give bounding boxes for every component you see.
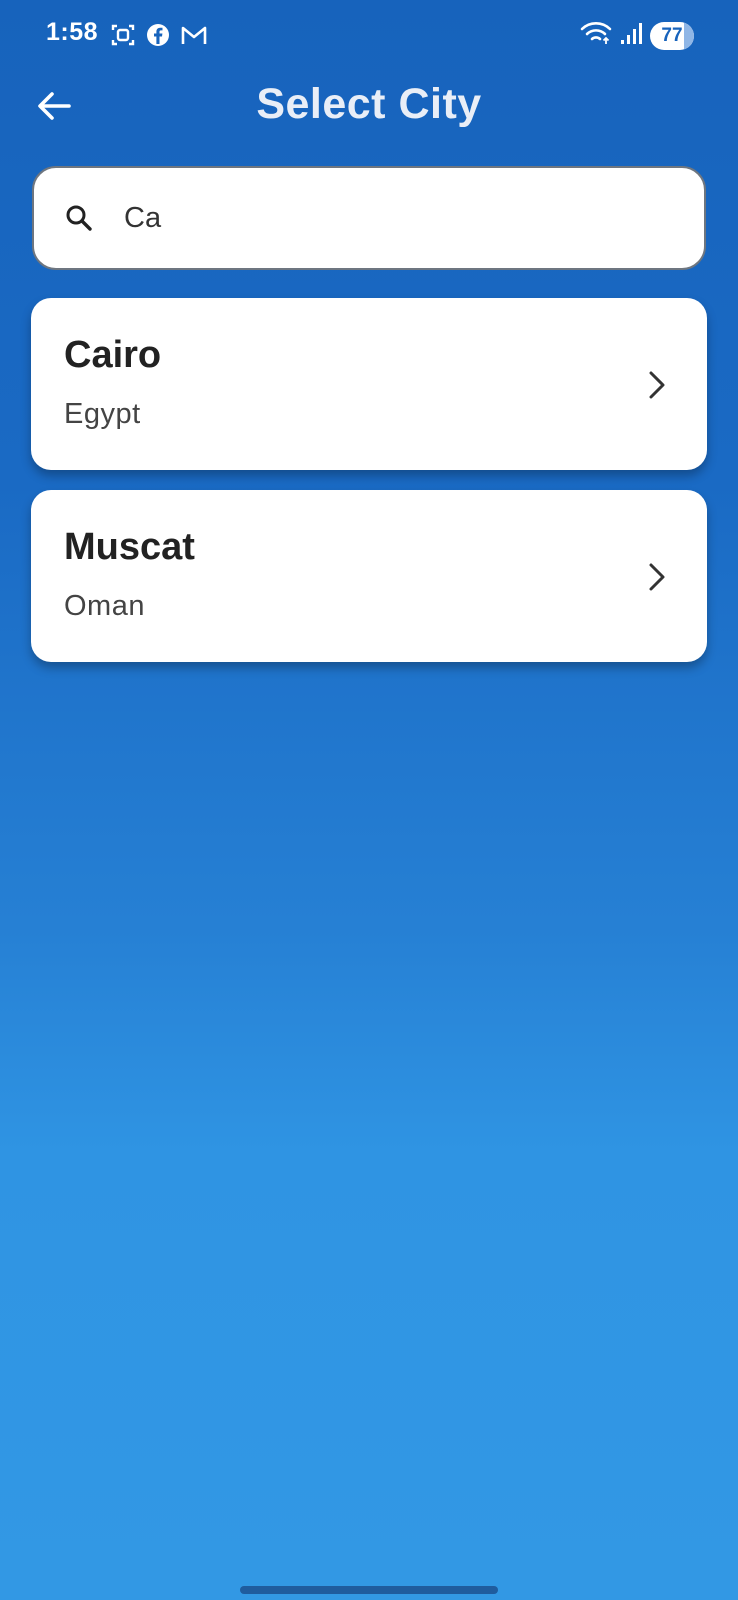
search-box[interactable]	[32, 166, 706, 270]
battery-empty-portion	[683, 21, 694, 50]
system-icons: 77	[580, 20, 694, 51]
country-name: Egypt	[64, 398, 141, 430]
home-indicator[interactable]	[240, 1586, 498, 1594]
signal-icon	[620, 21, 642, 50]
battery-icon: 77	[650, 21, 694, 50]
country-name: Oman	[64, 590, 145, 622]
notification-icons	[110, 22, 208, 53]
facebook-icon	[146, 23, 170, 52]
city-name: Muscat	[64, 526, 195, 568]
search-input[interactable]	[124, 201, 664, 235]
city-name: Cairo	[64, 334, 162, 376]
status-time: 1:58	[46, 18, 99, 46]
battery-level: 77	[661, 24, 683, 46]
city-result-card[interactable]: Cairo Egypt	[31, 298, 707, 470]
status-bar: 1:58 77	[0, 0, 738, 70]
chevron-right-icon	[643, 368, 671, 402]
page-title: Select City	[256, 80, 482, 128]
search-icon	[62, 201, 96, 235]
gmail-icon	[180, 23, 208, 52]
wifi-icon	[580, 20, 612, 51]
city-result-card[interactable]: Muscat Oman	[31, 490, 707, 662]
chevron-right-icon	[643, 560, 671, 594]
screenshot-icon	[110, 22, 136, 53]
